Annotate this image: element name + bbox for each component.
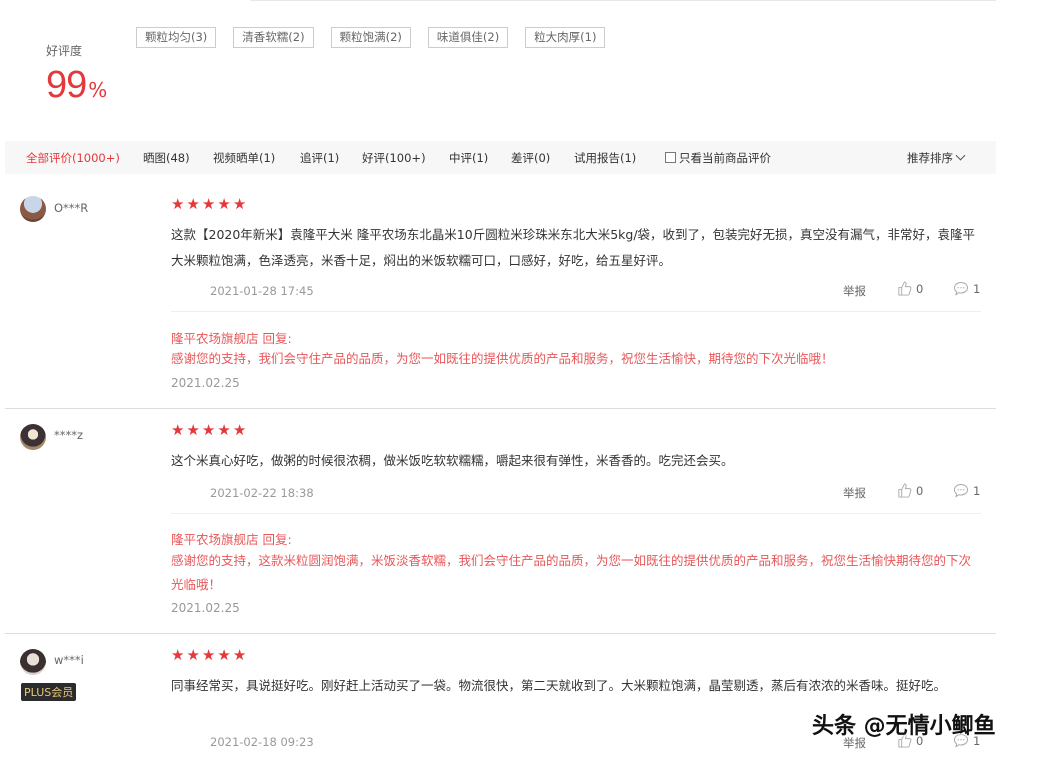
rating-number: 99 (46, 64, 87, 106)
star-rating: ★ ★ ★ ★ ★ (171, 423, 246, 438)
review-date: 2021-02-22 18:38 (210, 486, 314, 500)
comment-button[interactable]: 1 (953, 483, 980, 498)
comment-count: 1 (973, 484, 981, 498)
filter-tab-negative[interactable]: 差评(0) (511, 150, 550, 166)
avatar[interactable] (20, 649, 46, 675)
review-tags: 颗粒均匀(3) 清香软糯(2) 颗粒饱满(2) 味道俱佳(2) 粒大肉厚(1) (136, 27, 606, 48)
star-icon: ★ (171, 195, 185, 213)
star-icon: ★ (201, 646, 216, 664)
review-divider (5, 408, 996, 409)
sort-label: 推荐排序 (907, 151, 953, 165)
filter-tab-all[interactable]: 全部评价(1000+) (26, 150, 120, 166)
username: ****z (54, 428, 84, 442)
star-icon: ★ (217, 646, 231, 664)
tag-chip[interactable]: 粒大肉厚(1) (525, 27, 606, 48)
filter-tab-video[interactable]: 视频晒单(1) (213, 150, 275, 166)
reply-date: 2021.02.25 (171, 601, 240, 615)
filter-tab-neutral[interactable]: 中评(1) (449, 150, 488, 166)
filter-tab-photos[interactable]: 晒图(48) (143, 150, 190, 166)
reply-content: 感谢您的支持，我们会守住产品的品质，为您一如既往的提供优质的产品和服务，祝您生活… (171, 351, 834, 366)
reply-header: 隆平农场旗舰店 回复: (171, 532, 292, 547)
comment-bubble-icon (953, 483, 969, 498)
star-icon: ★ (171, 421, 185, 439)
filter-tab-positive[interactable]: 好评(100+) (362, 150, 426, 166)
review-content: 同事经常买，具说挺好吃。刚好赶上活动买了一袋。物流很快，第二天就收到了。大米颗粒… (171, 678, 947, 693)
star-icon: ★ (217, 195, 231, 213)
current-product-filter[interactable]: 只看当前商品评价 (665, 150, 771, 166)
review-divider (5, 633, 996, 634)
star-icon: ★ (186, 646, 200, 664)
like-button[interactable]: 0 (897, 483, 923, 498)
reply-content: 感谢您的支持，这款米粒圆润饱满，米饭淡香软糯，我们会守住产品的品质，为您一如既往… (171, 553, 972, 592)
rating-label: 好评度 (46, 44, 83, 58)
filter-bar: 全部评价(1000+) 晒图(48) 视频晒单(1) 追评(1) 好评(100+… (5, 141, 996, 174)
star-icon: ★ (217, 421, 231, 439)
username: w***i (54, 653, 84, 667)
chevron-down-icon (955, 150, 966, 161)
filter-tab-trial[interactable]: 试用报告(1) (574, 150, 636, 166)
filter-tab-followup[interactable]: 追评(1) (300, 150, 339, 166)
thumbs-up-icon (898, 483, 912, 498)
star-icon: ★ (232, 421, 247, 439)
tag-chip[interactable]: 颗粒均匀(3) (136, 27, 217, 48)
checkbox-label: 只看当前商品评价 (679, 151, 771, 165)
username: O***R (54, 201, 89, 215)
reply-header: 隆平农场旗舰店 回复: (171, 331, 292, 346)
avatar[interactable] (20, 196, 46, 222)
thumbs-up-icon (898, 281, 912, 296)
review-date: 2021-01-28 17:45 (210, 284, 314, 298)
sort-dropdown[interactable]: 推荐排序 (907, 150, 966, 166)
rating-unit: % (88, 78, 108, 102)
star-icon: ★ (171, 646, 185, 664)
reply-date: 2021.02.25 (171, 376, 240, 390)
star-rating: ★ ★ ★ ★ ★ (171, 648, 246, 663)
rating-value: 99% (46, 64, 107, 107)
like-count: 0 (916, 282, 924, 296)
star-icon: ★ (232, 195, 247, 213)
tag-chip[interactable]: 味道俱佳(2) (427, 27, 509, 48)
review-content: 这个米真心好吃，做粥的时候很浓稠，做米饭吃软软糯糯，嚼起来很有弹性，米香香的。吃… (171, 453, 734, 468)
report-link[interactable]: 举报 (843, 283, 866, 299)
avatar[interactable] (20, 424, 46, 450)
rating-summary: 好评度 99% (46, 42, 107, 106)
tag-chip[interactable]: 颗粒饱满(2) (330, 27, 411, 48)
comment-count: 1 (973, 282, 981, 296)
star-icon: ★ (232, 646, 247, 664)
watermark: 头条 @无情小鲫鱼 (812, 714, 996, 739)
star-icon: ★ (186, 195, 200, 213)
inner-divider (171, 311, 981, 312)
inner-divider (171, 513, 981, 514)
top-divider (250, 0, 996, 1)
review-content: 这款【2020年新米】袁隆平大米 隆平农场东北晶米10斤圆粒米珍珠米东北大米5k… (171, 227, 976, 268)
tag-chip[interactable]: 清香软糯(2) (233, 27, 314, 48)
star-rating: ★ ★ ★ ★ ★ (171, 197, 246, 212)
star-icon: ★ (186, 421, 200, 439)
like-count: 0 (916, 484, 924, 498)
plus-member-badge: PLUS会员 (21, 683, 77, 701)
checkbox-icon[interactable] (665, 152, 676, 163)
star-icon: ★ (201, 421, 216, 439)
review-date: 2021-02-18 09:23 (210, 735, 314, 749)
comment-button[interactable]: 1 (953, 281, 980, 296)
comment-bubble-icon (953, 281, 969, 296)
like-button[interactable]: 0 (897, 281, 923, 296)
star-icon: ★ (201, 195, 216, 213)
report-link[interactable]: 举报 (843, 485, 866, 501)
